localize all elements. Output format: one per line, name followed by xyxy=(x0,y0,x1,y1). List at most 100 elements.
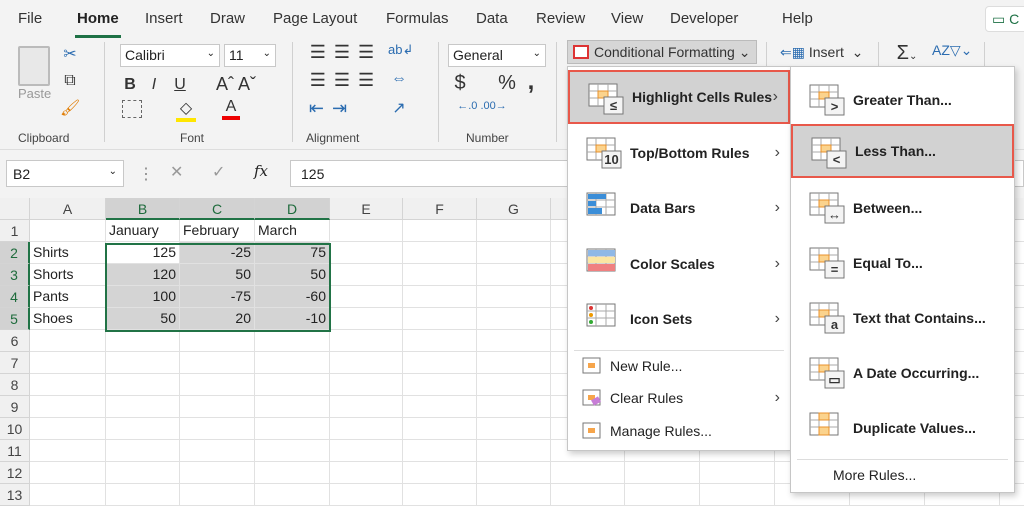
column-header[interactable]: F xyxy=(403,198,477,220)
cell[interactable] xyxy=(477,264,551,286)
insert-function-button[interactable]: fx xyxy=(254,162,268,180)
cell[interactable] xyxy=(106,440,180,462)
cell[interactable]: January xyxy=(106,220,180,242)
menu-item-manage-rules[interactable]: Manage Rules... xyxy=(568,418,790,444)
menu-item-highlight-cells-rules[interactable]: ≤ Highlight Cells Rules › xyxy=(568,70,790,124)
autosum-button[interactable]: Σ⌄ xyxy=(892,42,922,65)
insert-cells-button[interactable]: ⇐▦ Insert ⌄ xyxy=(780,44,863,61)
cell[interactable] xyxy=(180,396,255,418)
cell[interactable] xyxy=(330,352,403,374)
tab-file[interactable]: File xyxy=(18,10,42,27)
cell[interactable] xyxy=(330,330,403,352)
cell[interactable] xyxy=(625,462,700,484)
cell[interactable] xyxy=(30,440,106,462)
submenu-item-a-date-occurring[interactable]: ▭ A Date Occurring... xyxy=(791,346,1014,400)
cell[interactable] xyxy=(30,220,106,242)
cell[interactable] xyxy=(30,418,106,440)
row-header[interactable]: 13 xyxy=(0,484,30,506)
tab-review[interactable]: Review xyxy=(536,10,585,27)
tab-home[interactable]: Home xyxy=(75,10,121,38)
tab-view[interactable]: View xyxy=(611,10,643,27)
tab-help[interactable]: Help xyxy=(782,10,813,27)
cell[interactable] xyxy=(106,418,180,440)
cell[interactable] xyxy=(180,374,255,396)
cell[interactable] xyxy=(30,484,106,506)
cell[interactable] xyxy=(477,308,551,330)
cell[interactable] xyxy=(330,462,403,484)
cell[interactable]: Shirts xyxy=(30,242,106,264)
cell[interactable] xyxy=(477,440,551,462)
paste-button[interactable]: Paste xyxy=(18,86,51,101)
column-header[interactable]: C xyxy=(180,198,255,220)
cell[interactable] xyxy=(330,374,403,396)
row-header[interactable]: 10 xyxy=(0,418,30,440)
column-header[interactable]: A xyxy=(30,198,106,220)
cell[interactable] xyxy=(180,330,255,352)
cell[interactable] xyxy=(330,286,403,308)
cell[interactable] xyxy=(403,264,477,286)
cut-icon[interactable]: ✂ xyxy=(60,44,80,64)
column-header[interactable]: B xyxy=(106,198,180,220)
cell[interactable]: February xyxy=(180,220,255,242)
orientation-icon[interactable]: ↗ xyxy=(388,98,410,118)
submenu-item-greater-than[interactable]: > Greater Than... xyxy=(791,73,1014,127)
cell[interactable] xyxy=(700,484,775,506)
cell[interactable] xyxy=(551,462,625,484)
cell[interactable] xyxy=(330,308,403,330)
cell[interactable]: Shorts xyxy=(30,264,106,286)
font-size-grow-shrink-icon[interactable]: Aˆ Aˇ xyxy=(216,74,256,95)
menu-item-top-bottom-rules[interactable]: 10 Top/Bottom Rules › xyxy=(568,126,790,180)
cell[interactable] xyxy=(255,374,330,396)
cancel-icon[interactable]: ✕ xyxy=(170,162,183,182)
menu-item-icon-sets[interactable]: Icon Sets › xyxy=(568,292,790,346)
tab-draw[interactable]: Draw xyxy=(210,10,245,27)
cell[interactable] xyxy=(477,242,551,264)
cell[interactable] xyxy=(180,462,255,484)
cell[interactable] xyxy=(30,330,106,352)
submenu-item-less-than[interactable]: < Less Than... xyxy=(791,124,1014,178)
cell[interactable] xyxy=(403,396,477,418)
bold-button[interactable]: B xyxy=(122,76,138,94)
cell[interactable] xyxy=(403,352,477,374)
sort-filter-icon[interactable]: AZ▽⌄ xyxy=(932,42,972,59)
cell[interactable] xyxy=(403,330,477,352)
cell[interactable] xyxy=(403,440,477,462)
submenu-item-between[interactable]: ↔ Between... xyxy=(791,181,1014,235)
cell[interactable] xyxy=(403,418,477,440)
currency-button[interactable]: $ xyxy=(452,72,468,95)
menu-item-data-bars[interactable]: Data Bars › xyxy=(568,181,790,235)
indent-icons[interactable]: ⇤⇥ xyxy=(304,98,360,119)
font-name-dropdown[interactable]: Calibri ⌄ xyxy=(120,44,220,67)
cell[interactable] xyxy=(403,484,477,506)
cell[interactable] xyxy=(30,352,106,374)
cell[interactable] xyxy=(180,440,255,462)
tab-developer[interactable]: Developer xyxy=(670,10,738,27)
row-header[interactable]: 5 xyxy=(0,308,30,330)
cell[interactable] xyxy=(106,330,180,352)
cell[interactable] xyxy=(700,462,775,484)
cell[interactable] xyxy=(477,418,551,440)
cell[interactable] xyxy=(477,286,551,308)
cell[interactable] xyxy=(330,220,403,242)
cell[interactable]: March xyxy=(255,220,330,242)
enter-icon[interactable]: ✓ xyxy=(212,162,225,182)
cell[interactable] xyxy=(255,440,330,462)
row-header[interactable]: 2 xyxy=(0,242,30,264)
cell[interactable] xyxy=(330,484,403,506)
copy-icon[interactable]: ⧉ xyxy=(60,72,80,90)
row-header[interactable]: 12 xyxy=(0,462,30,484)
row-header[interactable]: 4 xyxy=(0,286,30,308)
cell[interactable] xyxy=(403,462,477,484)
merge-center-icon[interactable]: ⇔ xyxy=(388,70,410,88)
comma-button[interactable]: , xyxy=(524,68,538,96)
wrap-text-icon[interactable]: ab↲ xyxy=(388,42,413,58)
cell[interactable] xyxy=(330,440,403,462)
fill-color-icon[interactable]: ◇ xyxy=(176,98,196,122)
cell[interactable] xyxy=(403,374,477,396)
vertical-align-icons[interactable]: ☰☰☰ xyxy=(304,42,388,63)
cell[interactable] xyxy=(255,396,330,418)
tab-insert[interactable]: Insert xyxy=(145,10,183,27)
column-header[interactable]: D xyxy=(255,198,330,220)
comments-button[interactable]: ▭ C xyxy=(985,6,1024,32)
menu-item-clear-rules[interactable]: Clear Rules › xyxy=(568,385,790,411)
